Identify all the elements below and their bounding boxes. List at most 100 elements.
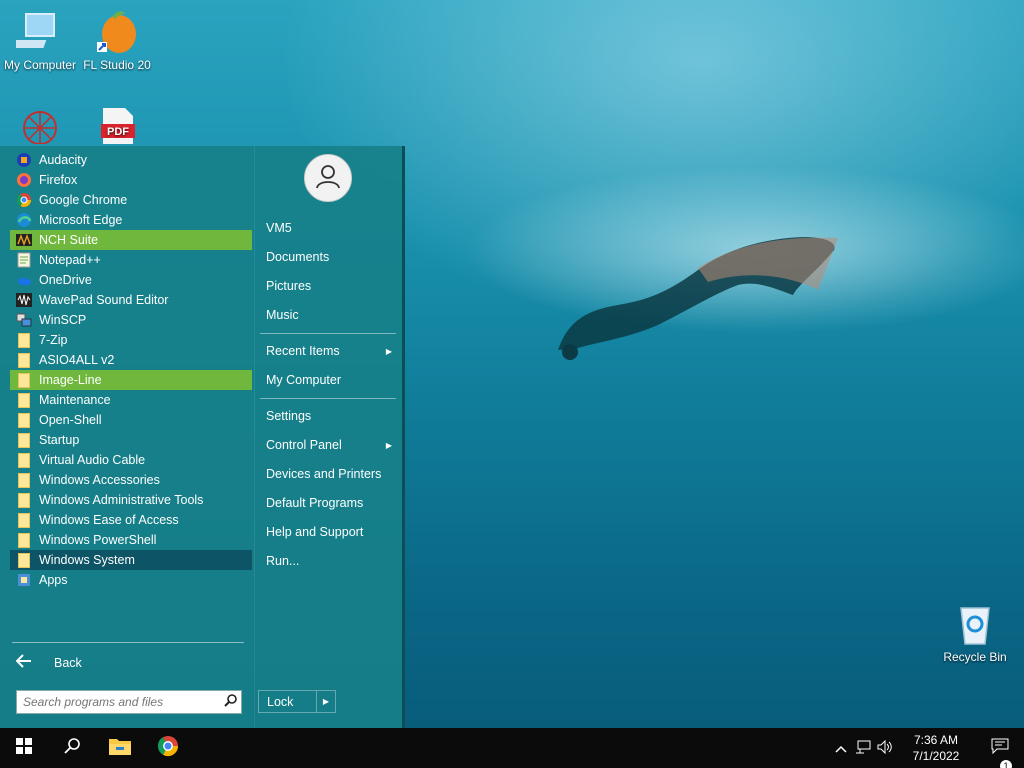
places-label: Pictures bbox=[266, 279, 312, 293]
network-icon[interactable] bbox=[852, 740, 874, 757]
places-label: Recent Items bbox=[266, 344, 340, 358]
program-item-onedrive[interactable]: OneDrive bbox=[10, 270, 252, 290]
clock[interactable]: 7:36 AM 7/1/2022 bbox=[896, 732, 976, 764]
search-box[interactable] bbox=[16, 690, 242, 714]
folder-icon bbox=[16, 552, 32, 568]
program-item-windows-admin-tools[interactable]: Windows Administrative Tools bbox=[10, 490, 252, 510]
program-item-apps[interactable]: Apps bbox=[10, 570, 252, 590]
places-item-my-computer[interactable]: My Computer bbox=[258, 368, 398, 392]
volume-icon[interactable] bbox=[874, 739, 896, 757]
chrome-icon bbox=[157, 735, 179, 762]
program-label: 7-Zip bbox=[39, 333, 68, 347]
program-item-winscp[interactable]: WinSCP bbox=[10, 310, 252, 330]
program-item-maintenance[interactable]: Maintenance bbox=[10, 390, 252, 410]
places-item-recent-items[interactable]: Recent Items ▶ bbox=[258, 339, 398, 363]
taskbar-search-button[interactable] bbox=[48, 728, 96, 768]
programs-separator bbox=[12, 642, 244, 643]
notification-center-button[interactable]: 1 bbox=[976, 738, 1024, 768]
wallpaper-swimmer bbox=[558, 237, 838, 360]
program-item-microsoft-edge[interactable]: Microsoft Edge bbox=[10, 210, 252, 230]
program-item-google-chrome[interactable]: Google Chrome bbox=[10, 190, 252, 210]
places-item-music[interactable]: Music bbox=[258, 303, 398, 327]
program-item-virtual-audio-cable[interactable]: Virtual Audio Cable bbox=[10, 450, 252, 470]
program-item-notepadpp[interactable]: Notepad++ bbox=[10, 250, 252, 270]
program-item-windows-powershell[interactable]: Windows PowerShell bbox=[10, 530, 252, 550]
places-label: VM5 bbox=[266, 221, 292, 235]
places-item-pictures[interactable]: Pictures bbox=[258, 274, 398, 298]
desktop-icon-my-computer[interactable]: My Computer bbox=[0, 8, 80, 72]
desktop-icon-recycle-bin[interactable]: Recycle Bin bbox=[935, 600, 1015, 664]
places-item-help-support[interactable]: Help and Support bbox=[258, 520, 398, 544]
system-tray: 7:36 AM 7/1/2022 1 bbox=[830, 728, 1024, 768]
apps-icon bbox=[16, 572, 32, 588]
places-label: Control Panel bbox=[266, 438, 342, 452]
firefox-icon bbox=[16, 172, 32, 188]
taskbar: 7:36 AM 7/1/2022 1 bbox=[0, 728, 1024, 768]
program-label: Audacity bbox=[39, 153, 87, 167]
desktop-icon-network-app[interactable] bbox=[0, 104, 80, 144]
file-explorer-icon bbox=[108, 736, 132, 761]
clock-time: 7:36 AM bbox=[913, 733, 959, 747]
taskbar-file-explorer[interactable] bbox=[96, 728, 144, 768]
places-item-devices-printers[interactable]: Devices and Printers bbox=[258, 462, 398, 486]
arrow-left-icon bbox=[15, 653, 38, 673]
search-icon[interactable] bbox=[219, 694, 241, 710]
folder-icon bbox=[16, 532, 32, 548]
places-label: Run... bbox=[266, 554, 300, 568]
places-item-run[interactable]: Run... bbox=[258, 549, 398, 573]
lock-label: Lock bbox=[259, 691, 317, 712]
program-item-windows-accessories[interactable]: Windows Accessories bbox=[10, 470, 252, 490]
program-item-startup[interactable]: Startup bbox=[10, 430, 252, 450]
program-item-audacity[interactable]: Audacity bbox=[10, 150, 252, 170]
places-item-user[interactable]: VM5 bbox=[258, 216, 398, 240]
program-item-image-line[interactable]: Image-Line bbox=[10, 370, 252, 390]
user-avatar[interactable] bbox=[304, 154, 352, 202]
clock-date: 7/1/2022 bbox=[912, 749, 960, 763]
wavepad-icon bbox=[16, 292, 32, 308]
program-label: Virtual Audio Cable bbox=[39, 453, 146, 467]
program-item-windows-system[interactable]: Windows System bbox=[10, 550, 252, 570]
program-item-wavepad[interactable]: WavePad Sound Editor bbox=[10, 290, 252, 310]
computer-icon bbox=[7, 8, 64, 56]
program-label: Image-Line bbox=[39, 373, 102, 387]
desktop-icon-pdf[interactable]: PDF bbox=[77, 104, 157, 144]
search-input[interactable] bbox=[17, 691, 219, 713]
program-item-firefox[interactable]: Firefox bbox=[10, 170, 252, 190]
shutdown-options-arrow-icon[interactable]: ▶ bbox=[317, 697, 335, 706]
svg-text:PDF: PDF bbox=[107, 126, 129, 138]
program-item-nch-suite[interactable]: NCH Suite bbox=[10, 230, 252, 250]
notepadpp-icon bbox=[16, 252, 32, 268]
places-item-settings[interactable]: Settings bbox=[258, 404, 398, 428]
program-label: WinSCP bbox=[39, 313, 87, 327]
notification-badge: 1 bbox=[1000, 759, 1012, 768]
submenu-arrow-icon: ▶ bbox=[385, 440, 392, 450]
submenu-arrow-icon: ▶ bbox=[385, 346, 392, 356]
programs-list: Audacity Firefox Google Chrome Microsoft… bbox=[10, 150, 252, 590]
folder-icon bbox=[16, 392, 32, 408]
program-item-asio4all[interactable]: ASIO4ALL v2 bbox=[10, 350, 252, 370]
back-button[interactable]: Back bbox=[15, 651, 246, 675]
taskbar-chrome[interactable] bbox=[144, 728, 192, 768]
start-button[interactable] bbox=[0, 728, 48, 768]
chrome-icon bbox=[16, 192, 32, 208]
folder-icon bbox=[16, 452, 32, 468]
program-label: OneDrive bbox=[39, 273, 92, 287]
edge-icon bbox=[16, 212, 32, 228]
places-item-documents[interactable]: Documents bbox=[258, 245, 398, 269]
onedrive-icon bbox=[16, 272, 32, 288]
lock-button[interactable]: Lock ▶ bbox=[258, 690, 336, 713]
program-label: Open-Shell bbox=[39, 413, 102, 427]
program-label: WavePad Sound Editor bbox=[39, 293, 169, 307]
program-item-windows-ease-of-access[interactable]: Windows Ease of Access bbox=[10, 510, 252, 530]
places-item-default-programs[interactable]: Default Programs bbox=[258, 491, 398, 515]
folder-icon bbox=[16, 332, 32, 348]
places-label: My Computer bbox=[266, 373, 342, 387]
chevron-up-icon[interactable] bbox=[830, 741, 852, 756]
places-item-control-panel[interactable]: Control Panel ▶ bbox=[258, 433, 398, 457]
desktop-icon-fl-studio[interactable]: FL Studio 20 bbox=[77, 8, 157, 72]
audacity-icon bbox=[16, 152, 32, 168]
desktop-icon-label: FL Studio 20 bbox=[83, 58, 151, 72]
program-item-open-shell[interactable]: Open-Shell bbox=[10, 410, 252, 430]
program-item-7zip[interactable]: 7-Zip bbox=[10, 330, 252, 350]
pdf-icon: PDF bbox=[93, 104, 141, 144]
